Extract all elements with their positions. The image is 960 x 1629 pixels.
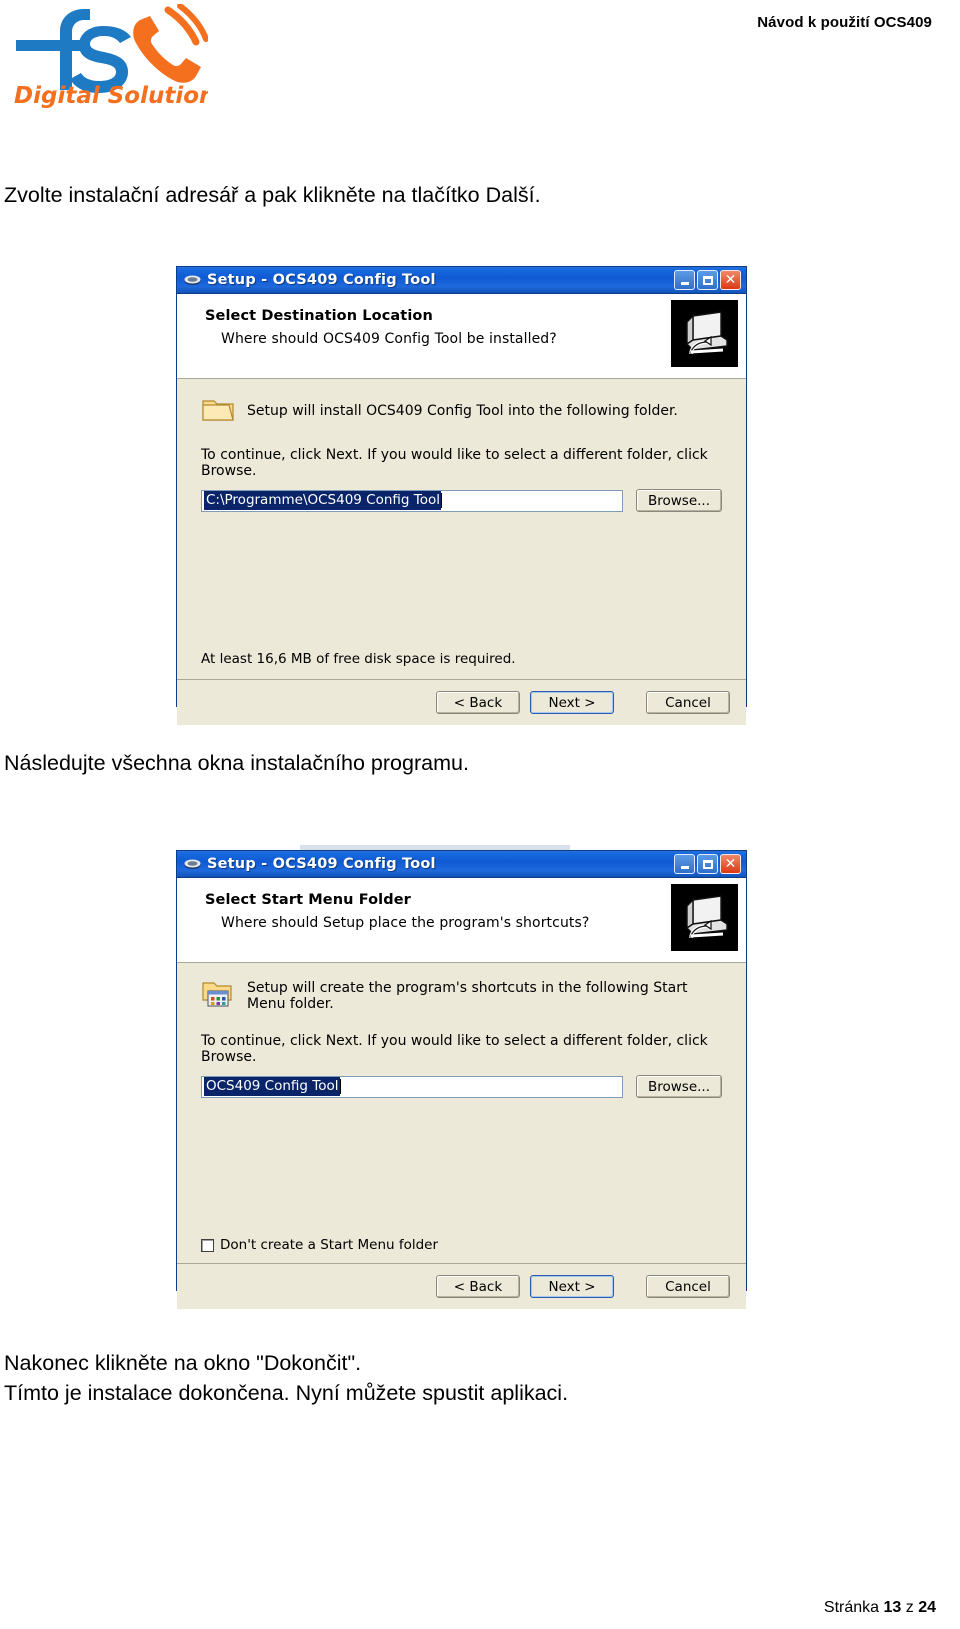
logo-tagline-text: Digital Solutions — [14, 83, 208, 109]
instruction-paragraph-3: Nakonec klikněte na okno "Dokončit". — [4, 1351, 362, 1375]
monitor-install-icon — [671, 884, 738, 951]
page-footer-prefix: Stránka — [823, 1599, 884, 1616]
continue-instruction: To continue, click Next. If you would li… — [201, 447, 708, 479]
setup-dialog-start-menu-folder[interactable]: Setup - OCS409 Config Tool ✕ Select Star… — [176, 850, 747, 1309]
fs-digital-solutions-logo-icon: Digital Solutions — [14, 4, 208, 109]
text-caret — [339, 1079, 341, 1094]
wizard-heading: Select Start Menu Folder — [205, 892, 411, 908]
disk-space-note: At least 16,6 MB of free disk space is r… — [201, 651, 516, 667]
folder-shortcuts-icon — [201, 979, 239, 1013]
instruction-paragraph-2: Následujte všechna okna instalačního pro… — [4, 751, 469, 775]
start-menu-folder-input[interactable]: OCS409 Config Tool — [201, 1075, 623, 1098]
back-button[interactable]: < Back — [436, 691, 520, 714]
instruction-paragraph-4: Tímto je instalace dokončena. Nyní můžet… — [4, 1381, 569, 1405]
back-button[interactable]: < Back — [436, 1275, 520, 1298]
page-footer: Stránka 13 z 24 — [824, 1599, 936, 1617]
maximize-button[interactable] — [697, 854, 718, 874]
no-start-menu-folder-checkbox[interactable] — [201, 1238, 214, 1252]
destination-path-row[interactable]: C:\Programme\OCS409 Config Tool Browse..… — [201, 489, 722, 512]
titlebar: Setup - OCS409 Config Tool ✕ — [177, 851, 746, 878]
titlebar: Setup - OCS409 Config Tool ✕ — [177, 267, 746, 294]
close-icon: ✕ — [724, 856, 737, 872]
destination-path-value: C:\Programme\OCS409 Config Tool — [204, 491, 441, 510]
folder-info-row: Setup will install OCS409 Config Tool in… — [201, 379, 722, 427]
folder-info-text: Setup will install OCS409 Config Tool in… — [247, 403, 678, 419]
setup-dialog-destination-location[interactable]: Setup - OCS409 Config Tool ✕ Select Dest… — [176, 266, 747, 725]
continue-instruction: To continue, click Next. If you would li… — [201, 1033, 708, 1065]
maximize-icon — [702, 859, 713, 869]
minimize-button[interactable] — [674, 854, 695, 874]
page-footer-middle: z — [901, 1599, 919, 1616]
start-menu-folder-row[interactable]: OCS409 Config Tool Browse... — [201, 1075, 722, 1098]
setup-box-icon — [184, 275, 201, 285]
no-start-menu-folder-label: Don't create a Start Menu folder — [220, 1237, 439, 1253]
text-caret — [441, 493, 442, 508]
close-button[interactable]: ✕ — [720, 270, 741, 290]
wizard-footer: < Back Next > Cancel — [177, 1263, 746, 1309]
wizard-body: Setup will create the program's shortcut… — [177, 963, 746, 1263]
setup-box-icon — [184, 859, 201, 869]
maximize-button[interactable] — [697, 270, 718, 290]
window-controls[interactable]: ✕ — [674, 854, 741, 874]
folder-info-row: Setup will create the program's shortcut… — [201, 963, 722, 1013]
browse-button[interactable]: Browse... — [636, 489, 722, 512]
page-footer-total: 24 — [918, 1599, 936, 1616]
page-footer-current: 13 — [883, 1599, 902, 1616]
wizard-header: Select Destination Location Where should… — [177, 294, 746, 379]
start-menu-folder-value: OCS409 Config Tool — [204, 1077, 340, 1096]
cancel-button[interactable]: Cancel — [646, 1275, 730, 1298]
destination-path-input[interactable]: C:\Programme\OCS409 Config Tool — [201, 489, 623, 512]
close-button[interactable]: ✕ — [720, 854, 741, 874]
window-controls[interactable]: ✕ — [674, 270, 741, 290]
wizard-subheading: Where should Setup place the program's s… — [221, 915, 590, 931]
monitor-install-icon — [671, 300, 738, 367]
browse-button[interactable]: Browse... — [636, 1075, 722, 1098]
titlebar-title: Setup - OCS409 Config Tool — [207, 272, 436, 288]
cancel-button[interactable]: Cancel — [646, 691, 730, 714]
company-logo: Digital Solutions — [8, 4, 208, 109]
wizard-subheading: Where should OCS409 Config Tool be insta… — [221, 331, 557, 347]
folder-info-text: Setup will create the program's shortcut… — [247, 980, 688, 1012]
maximize-icon — [702, 275, 713, 285]
document-title: Návod k použití OCS409 — [757, 14, 932, 31]
next-button[interactable]: Next > — [530, 691, 614, 714]
close-icon: ✕ — [724, 272, 737, 288]
wizard-body: Setup will install OCS409 Config Tool in… — [177, 379, 746, 679]
wizard-heading: Select Destination Location — [205, 308, 433, 324]
minimize-button[interactable] — [674, 270, 695, 290]
instruction-paragraph-1: Zvolte instalační adresář a pak klikněte… — [4, 183, 541, 207]
titlebar-title: Setup - OCS409 Config Tool — [207, 856, 436, 872]
folder-icon — [201, 395, 239, 427]
wizard-footer: < Back Next > Cancel — [177, 679, 746, 725]
no-start-menu-folder-row[interactable]: Don't create a Start Menu folder — [201, 1237, 438, 1253]
minimize-icon — [680, 282, 689, 285]
next-button[interactable]: Next > — [530, 1275, 614, 1298]
minimize-icon — [680, 866, 689, 869]
wizard-header: Select Start Menu Folder Where should Se… — [177, 878, 746, 963]
page-header: Digital Solutions Návod k použití OCS409 — [0, 0, 960, 120]
